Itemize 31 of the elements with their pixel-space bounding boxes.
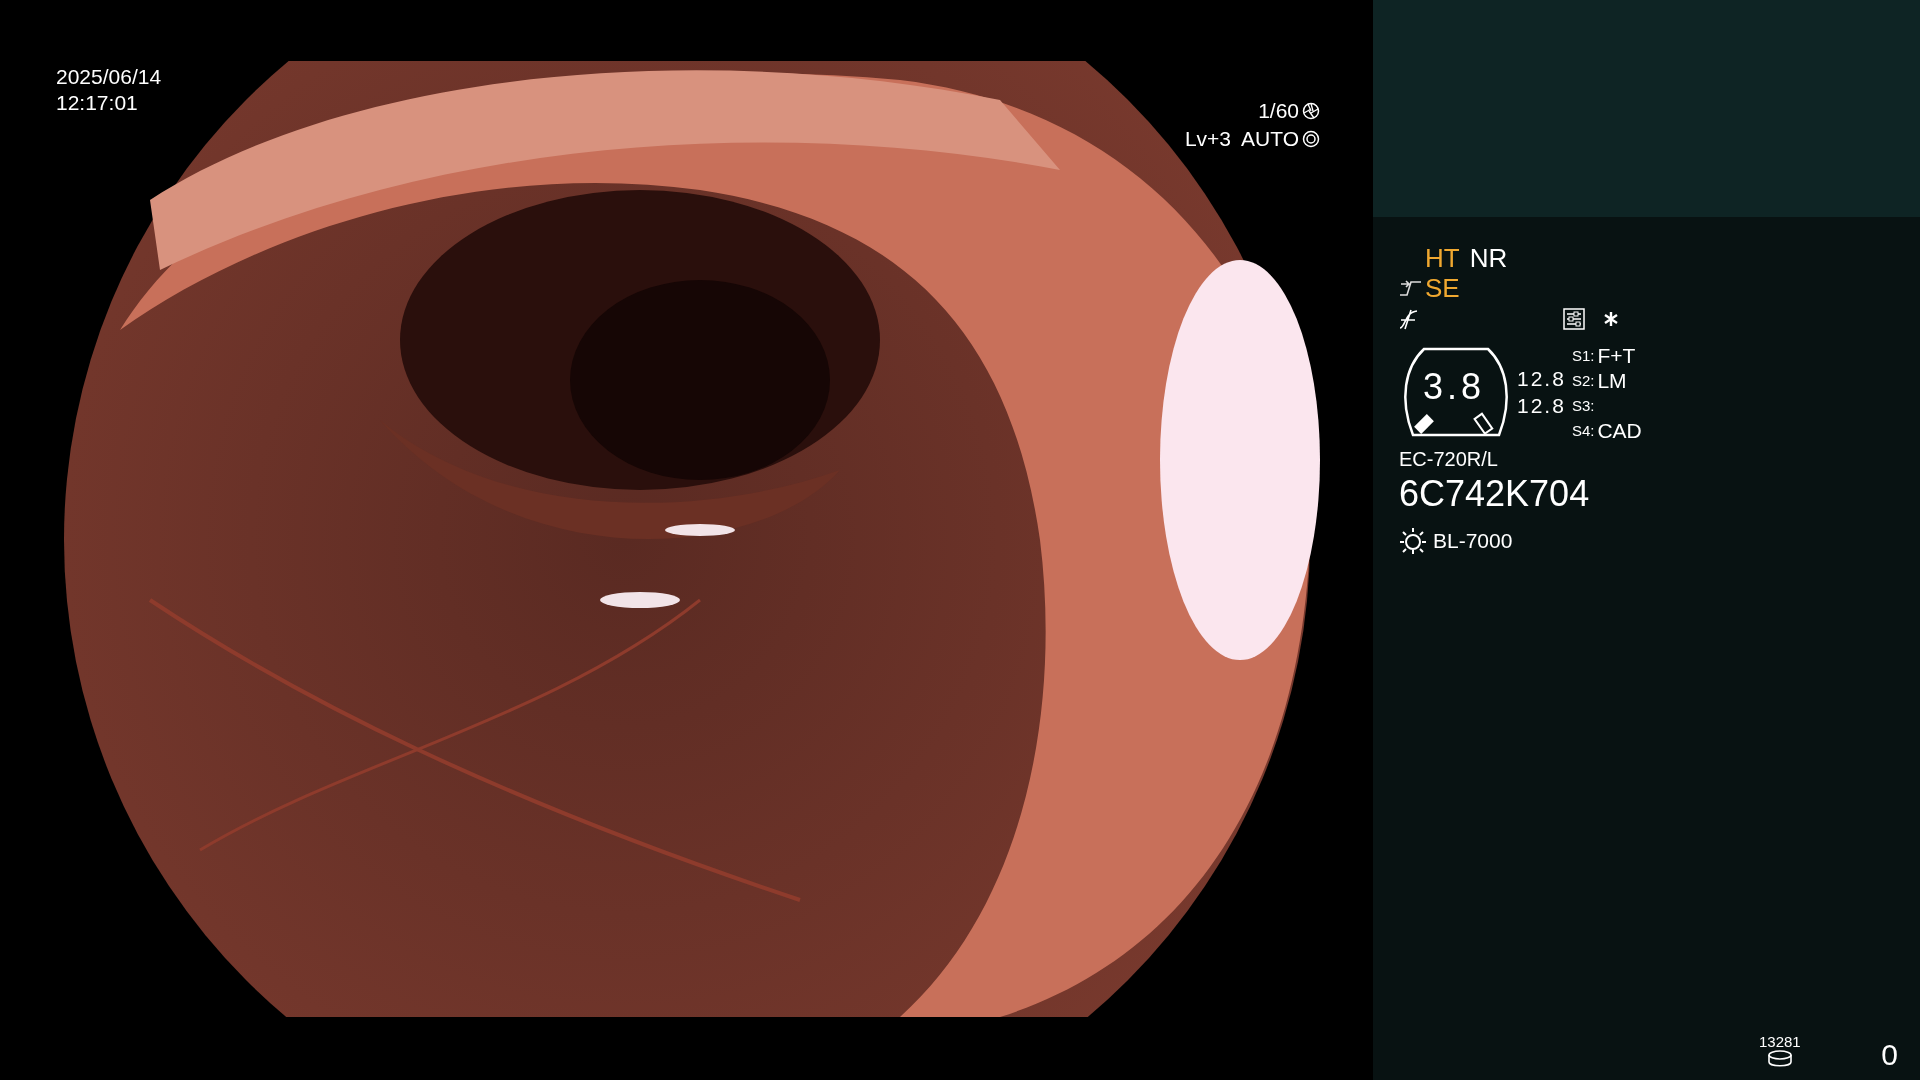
gauge-value: 3.8 [1423, 369, 1486, 405]
switch-key: S3: [1571, 394, 1595, 418]
switch-key: S2: [1571, 369, 1595, 393]
scope-serial: 6C742K704 [1399, 473, 1591, 515]
aperture-icon [1302, 102, 1320, 120]
mode-label: NR [1469, 243, 1508, 273]
light-source-label: BL-7000 [1433, 528, 1513, 554]
date-text: 2025/06/14 [56, 64, 162, 90]
gauge-reading: 12.8 [1517, 366, 1566, 392]
time-text: 12:17:01 [56, 90, 139, 116]
sliders-icon [1563, 308, 1585, 330]
storage-count: 13281 [1759, 1034, 1801, 1050]
iris-icon [1302, 130, 1320, 148]
mode-label: HT [1425, 243, 1460, 273]
edge-curve-icon [1399, 279, 1423, 297]
storage-disk-icon [1766, 1050, 1793, 1068]
switch-value: F+T [1597, 344, 1636, 368]
exposure-mode: AUTO [1241, 126, 1299, 152]
scope-model: EC-720R/L [1399, 447, 1499, 471]
gauge-reading: 12.8 [1517, 393, 1566, 419]
switch-value: CAD [1597, 419, 1642, 443]
asterisk-icon [1603, 311, 1619, 327]
light-bulb-icon [1399, 526, 1427, 555]
counter-value: 0 [1881, 1038, 1898, 1072]
gamma-curve-icon [1399, 308, 1419, 330]
shutter-speed: 1/60 [1258, 98, 1299, 124]
switch-key: S4: [1571, 419, 1595, 443]
switch-value: LM [1597, 369, 1627, 393]
switch-key: S1: [1571, 344, 1595, 368]
enhancement-label: SE [1425, 273, 1460, 303]
level-text: Lv+3 [1184, 126, 1232, 152]
